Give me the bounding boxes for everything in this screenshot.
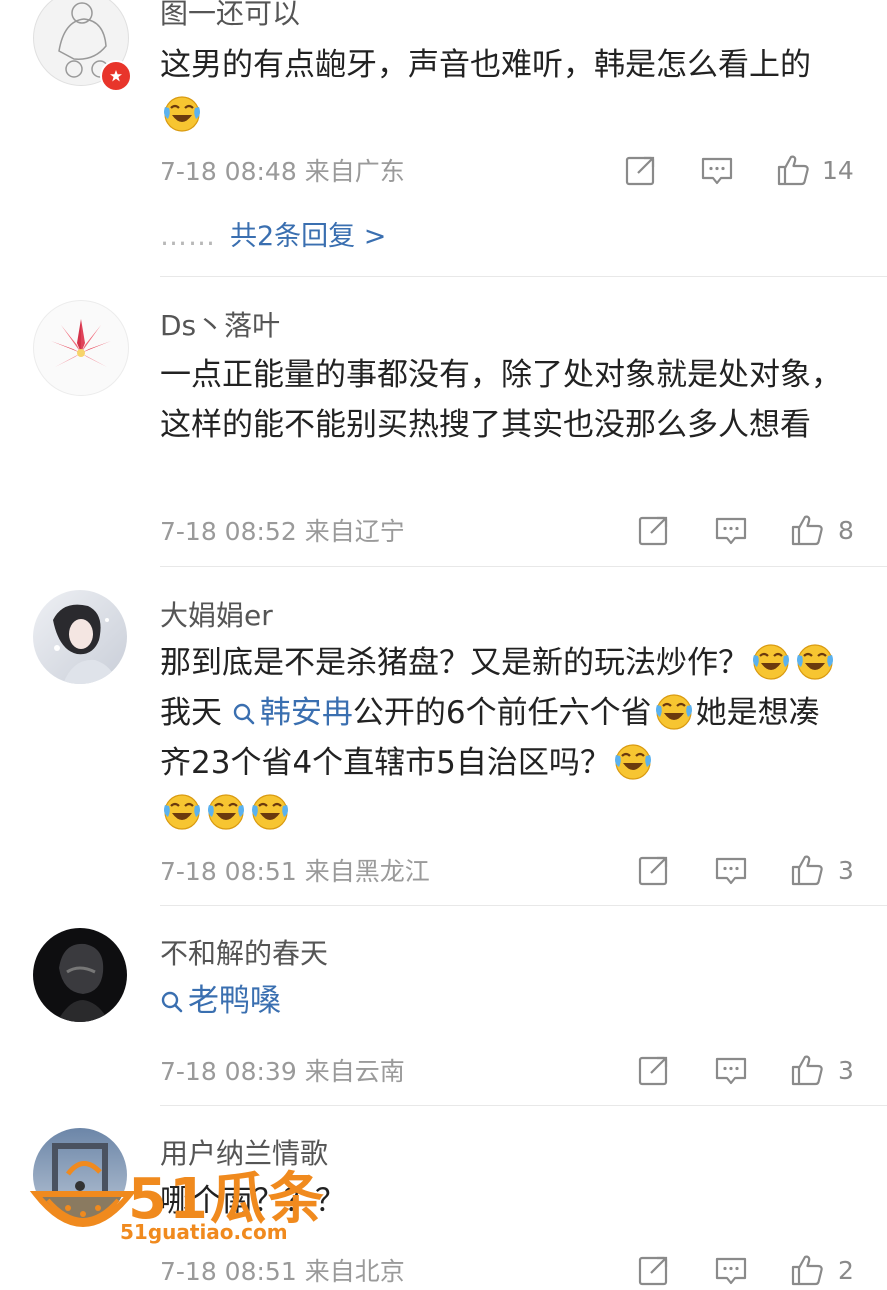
divider <box>160 1105 887 1106</box>
like-count: 2 <box>838 1255 854 1285</box>
comment-location: 来自广东 <box>304 157 405 186</box>
comment-button[interactable] <box>714 510 748 550</box>
share-icon <box>624 153 658 187</box>
comment-time: 7-18 08:51 <box>160 1257 297 1286</box>
comment-text: 这男的有点龅牙，声音也难听，韩是怎么看上的 <box>160 40 850 140</box>
like-icon <box>790 1253 824 1287</box>
divider <box>160 905 887 906</box>
comment-text-part: 我天 <box>160 695 222 731</box>
comment-button[interactable] <box>714 1250 748 1290</box>
laugh-cry-emoji <box>206 791 246 831</box>
search-icon <box>160 990 184 1014</box>
share-icon <box>637 1253 671 1287</box>
topic-link-label: 老鸭嗓 <box>188 983 281 1019</box>
username[interactable]: Ds丶落叶 <box>160 304 280 344</box>
comment-meta: 7-18 08:51 来自黑龙江 <box>160 852 430 888</box>
avatar[interactable] <box>33 928 127 1022</box>
view-replies-link[interactable]: …… 共2条回复 > <box>160 214 386 253</box>
verified-badge-icon <box>100 60 132 92</box>
comment-time: 7-18 08:39 <box>160 1057 297 1086</box>
search-icon <box>232 702 256 726</box>
comment-button[interactable] <box>714 1050 748 1090</box>
comment-location: 来自云南 <box>304 1057 405 1086</box>
laugh-cry-emoji <box>162 93 202 133</box>
username[interactable]: 图一还可以 <box>160 0 300 32</box>
like-button[interactable]: 14 <box>776 150 854 190</box>
like-count: 3 <box>838 1055 854 1085</box>
comment-location: 来自辽宁 <box>304 517 405 546</box>
comment-meta: 7-18 08:39 来自云南 <box>160 1052 405 1088</box>
username[interactable]: 大娟娟er <box>160 594 273 634</box>
watermark-sub-text: 51guatiao.com <box>120 1220 288 1244</box>
comment-meta: 7-18 08:52 来自辽宁 <box>160 512 405 548</box>
watermark-logo: 51瓜条 51guatiao.com <box>28 1150 348 1260</box>
avatar[interactable] <box>33 300 129 396</box>
comment-icon <box>714 513 748 547</box>
comment-text: 那到底是不是杀猪盘？又是新的玩法炒作？我天 韩安冉公开的6个前任六个省 她是想凑齐… <box>160 638 850 838</box>
laugh-cry-emoji <box>613 741 653 781</box>
laugh-cry-emoji <box>654 691 694 731</box>
comment-meta: 7-18 08:48 来自广东 <box>160 152 405 188</box>
comment-text: 一点正能量的事都没有，除了处对象就是处对象，这样的能不能别买热搜了其实也没那么多… <box>160 357 842 443</box>
comment-icon <box>714 1053 748 1087</box>
divider <box>160 276 887 277</box>
comment-icon <box>700 153 734 187</box>
comment-button[interactable] <box>714 850 748 890</box>
like-icon <box>790 513 824 547</box>
like-button[interactable]: 3 <box>790 850 854 890</box>
username[interactable]: 不和解的春天 <box>160 932 328 972</box>
comment-text-part: 公开的6个前任六个省 <box>352 695 652 731</box>
share-icon <box>637 513 671 547</box>
share-button[interactable] <box>637 510 671 550</box>
comment-icon <box>714 853 748 887</box>
like-button[interactable]: 8 <box>790 510 854 550</box>
share-button[interactable] <box>637 850 671 890</box>
divider <box>160 566 887 567</box>
comment-text-part: 那到底是不是杀猪盘？又是新的玩法炒作？ <box>160 645 749 681</box>
laugh-cry-emoji <box>795 641 835 681</box>
like-count: 8 <box>838 515 854 545</box>
avatar[interactable] <box>33 590 127 684</box>
share-button[interactable] <box>624 150 658 190</box>
comment-time: 7-18 08:52 <box>160 517 297 546</box>
comment-button[interactable] <box>700 150 734 190</box>
share-button[interactable] <box>637 1250 671 1290</box>
topic-link[interactable]: 韩安冉 <box>232 695 353 731</box>
like-icon <box>776 153 810 187</box>
comment-text-content: 这男的有点龅牙，声音也难听，韩是怎么看上的 <box>160 47 811 83</box>
like-count: 3 <box>838 855 854 885</box>
like-button[interactable]: 3 <box>790 1050 854 1090</box>
like-icon <box>790 1053 824 1087</box>
laugh-cry-emoji <box>250 791 290 831</box>
like-count: 14 <box>822 155 854 185</box>
like-icon <box>790 853 824 887</box>
comment-text: 老鸭嗓 <box>160 976 850 1026</box>
comment-time: 7-18 08:51 <box>160 857 297 886</box>
dots-icon: …… <box>160 221 216 252</box>
share-button[interactable] <box>637 1050 671 1090</box>
topic-link[interactable]: 老鸭嗓 <box>160 983 281 1019</box>
share-icon <box>637 853 671 887</box>
comment-location: 来自黑龙江 <box>304 857 430 886</box>
topic-link-label: 韩安冉 <box>259 695 353 731</box>
comment-icon <box>714 1253 748 1287</box>
comment-location: 来自北京 <box>304 1257 405 1286</box>
replies-label: 共2条回复 > <box>230 221 387 252</box>
like-button[interactable]: 2 <box>790 1250 854 1290</box>
laugh-cry-emoji <box>162 791 202 831</box>
share-icon <box>637 1053 671 1087</box>
comment-time: 7-18 08:48 <box>160 157 297 186</box>
laugh-cry-emoji <box>751 641 791 681</box>
